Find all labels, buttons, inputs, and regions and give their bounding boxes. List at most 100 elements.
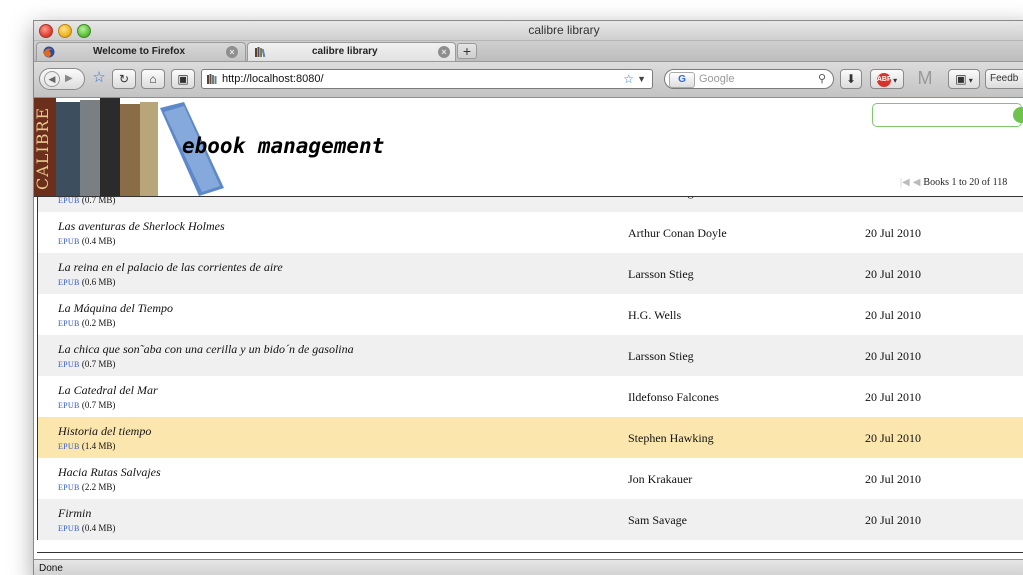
book-author[interactable]: Larsson Stieg (628, 349, 694, 364)
book-author[interactable]: H.G. Wells (628, 308, 681, 323)
epub-download-link[interactable]: EPUB (58, 401, 80, 410)
book-author[interactable]: Arthur Conan Doyle (628, 226, 727, 241)
book-row[interactable]: La Catedral del Mar EPUB (0.7 MB) Ildefons… (37, 376, 1023, 417)
book-date: 20 Jul 2010 (865, 226, 922, 240)
book-title[interactable]: La chica que son˜aba con una cerilla y u… (58, 342, 354, 357)
search-bar[interactable]: G Google ⚲ (664, 69, 834, 89)
book-title[interactable]: Las aventuras de Sherlock Holmes (58, 219, 225, 234)
book-row[interactable]: La reina en el palacio de las corrientes… (37, 253, 1023, 294)
firefox-icon (43, 46, 55, 58)
book-author[interactable]: Larsson Stieg (628, 267, 694, 282)
book-date: 20 Jul 2010 (865, 349, 922, 363)
library-search-input[interactable] (872, 103, 1022, 127)
tab-strip: Welcome to Firefox × calibre library × + (34, 41, 1023, 62)
book-title[interactable]: La reina en el palacio de las corrientes… (58, 260, 283, 275)
book-format: EPUB (0.2 MB) (58, 318, 115, 328)
tab-calibre-library[interactable]: calibre library × (247, 42, 456, 61)
print-button[interactable]: ▣ (171, 69, 195, 89)
chevron-down-icon[interactable]: ▼ (637, 70, 646, 88)
book-format: EPUB (2.2 MB) (58, 482, 115, 492)
search-icon[interactable]: ⚲ (818, 70, 826, 88)
extension-button[interactable]: ▣ ▾ (948, 69, 980, 89)
book-title[interactable]: Historia del tiempo (58, 424, 151, 439)
book-author[interactable]: Sam Savage (628, 513, 687, 528)
tab-welcome-to-firefox[interactable]: Welcome to Firefox × (36, 42, 246, 61)
epub-download-link[interactable]: EPUB (58, 319, 80, 328)
bookmark-star-icon[interactable]: ☆ (623, 70, 634, 88)
book-row[interactable]: Hacia Rutas Salvajes EPUB (2.2 MB) Jon Kra… (37, 458, 1023, 499)
tab-close-icon[interactable]: × (438, 46, 450, 58)
book-row[interactable]: La Máquina del Tiempo EPUB (0.2 MB) H.G. W… (37, 294, 1023, 335)
epub-download-link[interactable]: EPUB (58, 196, 80, 205)
book-row[interactable]: Historia del tiempo EPUB (1.4 MB) Stephen … (37, 417, 1023, 458)
url-text: http://localhost:8080/ (222, 73, 324, 85)
book-format: EPUB (1.4 MB) (58, 441, 115, 451)
book-date: 20 Jul 2010 (865, 513, 922, 527)
epub-download-link[interactable]: EPUB (58, 483, 80, 492)
navigation-toolbar: ◀ ▶ ☆ ↻ ⌂ ▣ http://localhost:8080/ ☆ ▼ G (34, 62, 1023, 98)
book-format: EPUB (0.7 MB) (58, 400, 115, 410)
previous-page-icon[interactable]: ◀ (913, 177, 921, 188)
file-size: (0.7 MB) (81, 400, 116, 410)
browser-window: calibre library Welcome to Firefox × cal… (33, 20, 1023, 575)
search-go-button[interactable] (1013, 107, 1023, 123)
book-format: EPUB (0.7 MB) (58, 359, 115, 369)
feedback-button[interactable]: Feedb (985, 69, 1023, 89)
book-author[interactable]: Stephen Hawking (628, 431, 714, 446)
file-size: (0.4 MB) (81, 236, 116, 246)
download-button[interactable]: ⬇ (840, 69, 862, 89)
tab-label: Welcome to Firefox (93, 46, 186, 57)
new-tab-button[interactable]: + (457, 43, 477, 59)
epub-download-link[interactable]: EPUB (58, 524, 80, 533)
book-date: 20 Jul 2010 (865, 431, 922, 445)
search-engine-icon[interactable]: G (669, 72, 695, 88)
pagination: |◀ ◀ Books 1 to 20 of 118 (900, 177, 1007, 188)
svg-text:CALIBRE: CALIBRE (34, 107, 52, 190)
reload-button[interactable]: ↻ (112, 69, 136, 89)
book-list: EPUB (0.7 MB)Larsson Stieg20 Jul 2010Las… (34, 171, 1023, 540)
book-author[interactable]: Ildefonso Falcones (628, 390, 719, 405)
file-size: (0.2 MB) (81, 318, 116, 328)
download-icon: ⬇ (845, 72, 857, 86)
book-author[interactable]: Jon Krakauer (628, 472, 692, 487)
extension-icon: ▣ (955, 72, 967, 86)
window-title: calibre library (528, 23, 600, 37)
first-page-icon[interactable]: |◀ (900, 177, 910, 188)
book-date: 20 Jul 2010 (865, 267, 922, 281)
epub-download-link[interactable]: EPUB (58, 442, 80, 451)
book-title[interactable]: La Catedral del Mar (58, 383, 158, 398)
gmail-icon[interactable]: M (912, 69, 938, 89)
home-button[interactable]: ⌂ (141, 69, 165, 89)
book-row[interactable]: Firmin EPUB (0.4 MB) Sam Savage 20 Jul 2010 (37, 499, 1023, 540)
file-size: (1.4 MB) (81, 441, 116, 451)
epub-download-link[interactable]: EPUB (58, 278, 80, 287)
tab-label: calibre library (312, 46, 378, 57)
book-date: 20 Jul 2010 (865, 472, 922, 486)
print-icon: ▣ (177, 72, 189, 86)
book-title[interactable]: Hacia Rutas Salvajes (58, 465, 161, 480)
file-size: (0.7 MB) (81, 359, 116, 369)
page-content: EPUB (0.7 MB)Larsson Stieg20 Jul 2010Las… (34, 98, 1023, 560)
calibre-icon (255, 47, 266, 58)
adblock-button[interactable]: ABP ▾ (870, 69, 904, 89)
bookmark-star-icon[interactable]: ☆ (90, 69, 108, 89)
tab-close-icon[interactable]: × (226, 46, 238, 58)
book-format: EPUB (0.6 MB) (58, 277, 115, 287)
url-bar[interactable]: http://localhost:8080/ ☆ ▼ (201, 69, 653, 89)
book-row[interactable]: La chica que son˜aba con una cerilla y u… (37, 335, 1023, 376)
back-button[interactable]: ◀ (44, 71, 60, 87)
page-header: CALIBRE ebook management |◀ ◀ Books 1 to 2… (34, 98, 1023, 197)
epub-download-link[interactable]: EPUB (58, 360, 80, 369)
book-format: EPUB (0.4 MB) (58, 236, 115, 246)
status-bar: Done (34, 559, 1023, 575)
book-title[interactable]: Firmin (58, 506, 91, 521)
home-icon: ⌂ (149, 72, 157, 86)
epub-download-link[interactable]: EPUB (58, 237, 80, 246)
book-row[interactable]: Las aventuras de Sherlock Holmes EPUB (0.… (37, 212, 1023, 253)
book-title[interactable]: La Máquina del Tiempo (58, 301, 173, 316)
forward-button[interactable]: ▶ (65, 73, 73, 84)
search-placeholder: Google (699, 73, 735, 85)
file-size: (2.2 MB) (81, 482, 116, 492)
file-size: (0.6 MB) (81, 277, 116, 287)
back-forward-group: ◀ ▶ (39, 68, 85, 90)
